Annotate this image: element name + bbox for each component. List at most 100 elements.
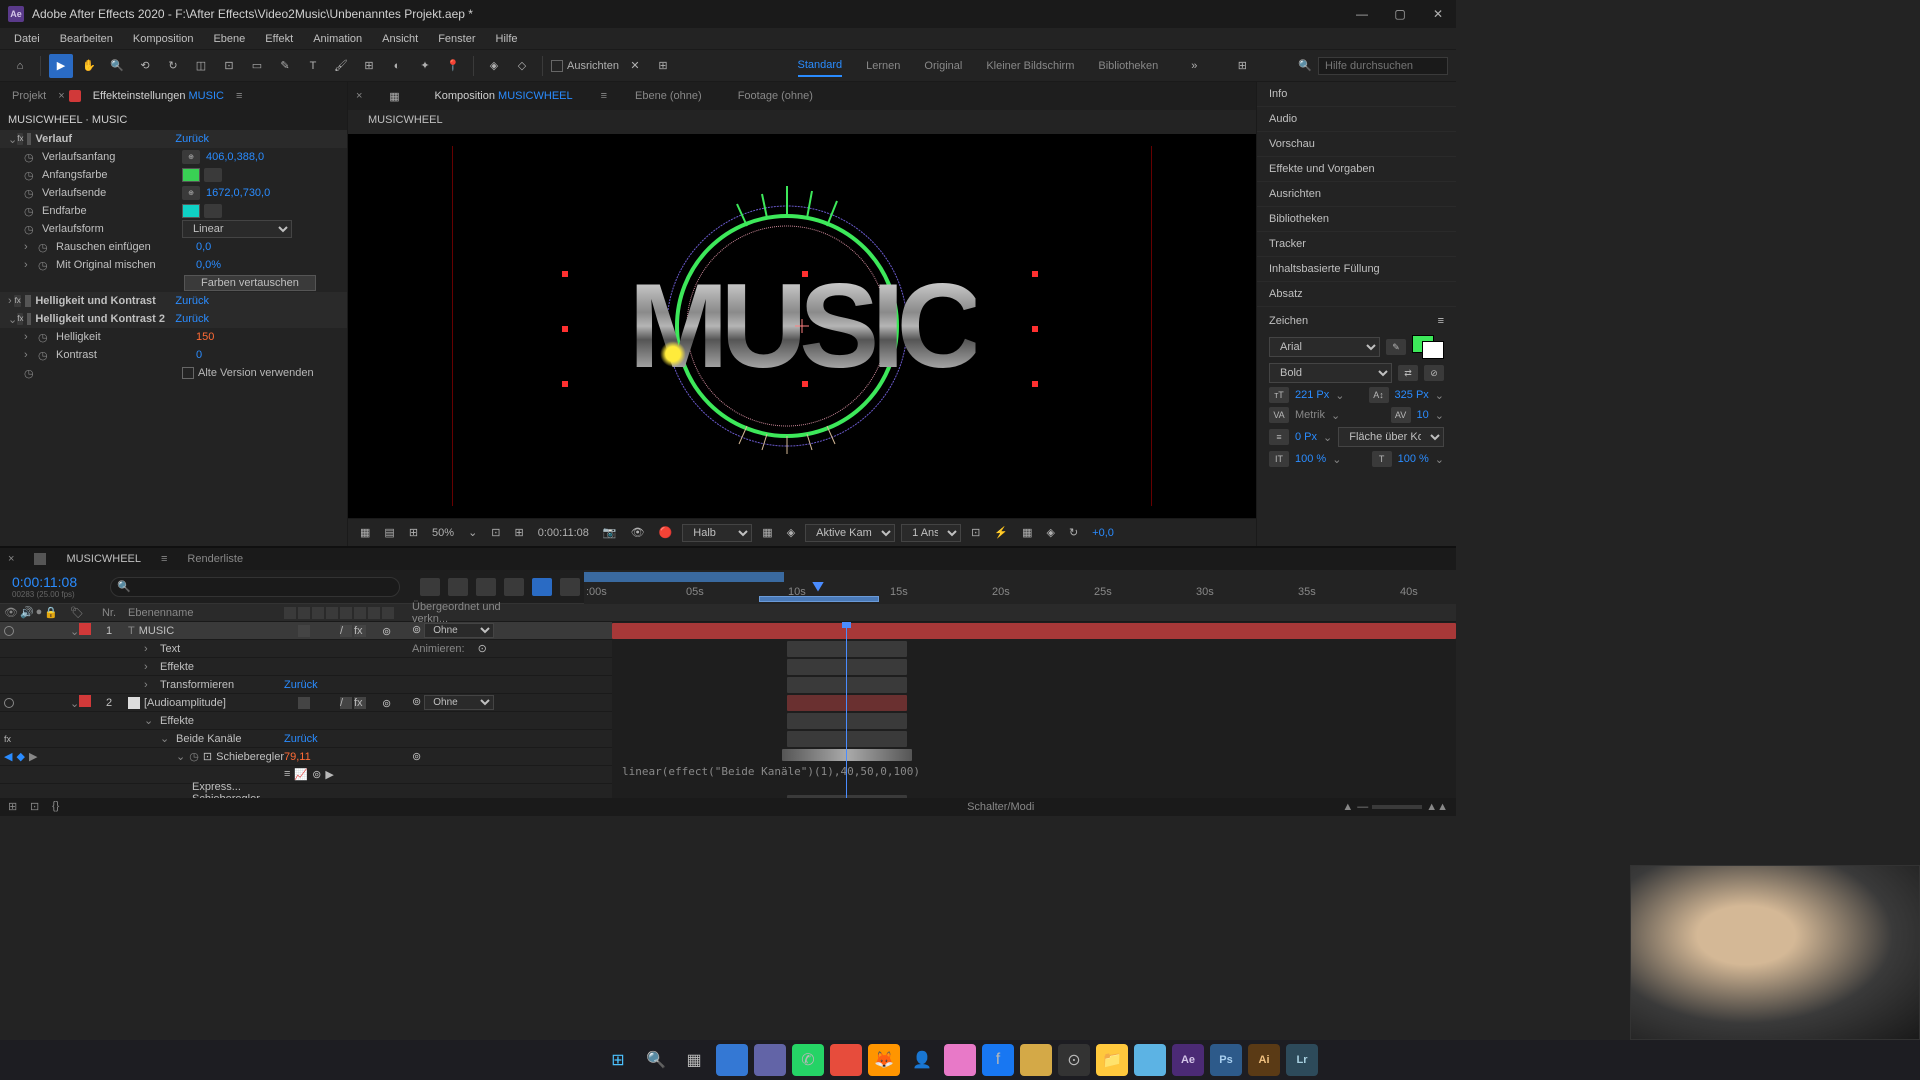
home-tool[interactable]: ⌂ [8,54,32,78]
color-swatch-end[interactable] [182,204,200,218]
align-checkbox[interactable] [551,60,563,72]
checkbox-legacy[interactable] [182,367,194,379]
panel-vorschau[interactable]: Vorschau [1257,132,1456,157]
taskbar-taskview[interactable]: ▦ [678,1044,710,1076]
effect-toggle-icon[interactable] [27,133,31,145]
expand-toggle[interactable]: ⌄ [70,698,79,710]
vc-channel-icon[interactable]: 🔴 [655,524,677,541]
tl-tool-shy[interactable] [448,578,468,596]
value-kontrast[interactable]: 0 [196,349,202,361]
eyedropper-icon[interactable] [204,168,222,182]
selection-handle[interactable] [562,326,568,332]
comp-flowchart-icon[interactable]: ▦ [382,84,406,108]
taskbar-aftereffects[interactable]: Ae [1172,1044,1204,1076]
animate-menu-icon[interactable]: ⊙ [478,643,487,655]
taskbar-app-7[interactable] [1134,1044,1166,1076]
taskbar-photoshop[interactable]: Ps [1210,1044,1242,1076]
stroke-width-value[interactable]: 0 Px [1295,431,1317,443]
taskbar-app-4[interactable]: 👤 [906,1044,938,1076]
vc-exposure[interactable]: +0,0 [1088,525,1118,541]
menu-effekt[interactable]: Effekt [255,31,303,47]
vc-fast-preview-icon[interactable]: ⚡ [990,524,1012,541]
vc-transparency-icon[interactable]: ▦ [758,524,776,541]
menu-ebene[interactable]: Ebene [203,31,255,47]
brush-tool[interactable]: 🖌 [329,54,353,78]
menu-bearbeiten[interactable]: Bearbeiten [50,31,123,47]
tl-tab-render[interactable]: Renderliste [187,553,243,565]
clone-tool[interactable]: ⊞ [357,54,381,78]
close-button[interactable]: ✕ [1428,4,1448,24]
hand-tool[interactable]: ✋ [77,54,101,78]
taskbar-start[interactable]: ⊞ [602,1044,634,1076]
font-size-value[interactable]: 221 Px [1295,389,1329,401]
stopwatch-icon[interactable]: ◷ [38,241,52,254]
maximize-button[interactable]: ▢ [1390,4,1410,24]
tl-tool-graph[interactable] [532,578,552,596]
taskbar-search[interactable]: 🔍 [640,1044,672,1076]
workspace-more[interactable]: » [1182,54,1206,78]
taskbar-explorer[interactable]: 📁 [1096,1044,1128,1076]
toggle-switches-label[interactable]: Schalter/Modi [967,801,1034,813]
anchor-point[interactable] [795,319,809,333]
stopwatch-icon[interactable]: ◷ [38,331,52,344]
vc-mask-icon[interactable]: ▤ [380,524,398,541]
selection-tool[interactable]: ▶ [49,54,73,78]
fill-icon[interactable]: ◈ [482,54,506,78]
tab-footage[interactable]: Footage (ohne) [730,86,821,106]
menu-datei[interactable]: Datei [4,31,50,47]
vc-alpha-icon[interactable]: ▦ [356,524,374,541]
tl-search-input[interactable] [110,577,400,597]
value-verlaufsanfang[interactable]: 406,0,388,0 [206,151,264,163]
menu-hilfe[interactable]: Hilfe [486,31,528,47]
panel-absatz[interactable]: Absatz [1257,282,1456,307]
stopwatch-icon[interactable]: ◷ [38,259,52,272]
menu-komposition[interactable]: Komposition [123,31,204,47]
playhead-line[interactable] [846,622,847,798]
swap-colors-button[interactable]: Farben vertauschen [184,275,316,291]
menu-animation[interactable]: Animation [303,31,372,47]
vc-zoom[interactable]: 50% [428,525,458,541]
expression-text[interactable]: linear(effect("Beide Kanäle")(1),40,50,0… [622,765,920,778]
panel-effects-presets[interactable]: Effekte und Vorgaben [1257,157,1456,182]
eyedropper-icon[interactable]: ✎ [1386,339,1406,355]
value-rauschen[interactable]: 0,0 [196,241,211,253]
expand-toggle[interactable]: ⌄ [70,626,79,638]
font-family-dropdown[interactable]: Arial [1269,337,1380,357]
panel-tracker[interactable]: Tracker [1257,232,1456,257]
tab-effect-menu[interactable]: ≡ [236,90,242,102]
menu-ansicht[interactable]: Ansicht [372,31,428,47]
text-tool[interactable]: T [301,54,325,78]
col-name[interactable]: Ebenenname [124,607,284,619]
vertical-scale-value[interactable]: 100 % [1295,453,1326,465]
vc-timecode[interactable]: 0:00:11:08 [534,525,593,541]
panel-audio[interactable]: Audio [1257,107,1456,132]
color-swatch-start[interactable] [182,168,200,182]
tl-tab-main[interactable]: MUSICWHEEL [66,553,141,565]
puppet-tool[interactable]: 📍 [441,54,465,78]
tab-layer[interactable]: Ebene (ohne) [627,86,710,106]
tl-timecode[interactable]: 0:00:11:08 [0,574,80,590]
eraser-tool[interactable]: ◐ [385,54,409,78]
pan-behind-tool[interactable]: ⊡ [217,54,241,78]
taskbar-lightroom[interactable]: Lr [1286,1044,1318,1076]
selection-handle[interactable] [562,381,568,387]
prop-effects[interactable]: ›Effekte [0,658,612,676]
dropdown-verlaufsform[interactable]: Linear [182,220,292,238]
eyedropper-icon[interactable] [204,204,222,218]
workspace-kleiner[interactable]: Kleiner Bildschirm [986,56,1074,76]
vc-flowchart-icon[interactable]: ◈ [1042,524,1058,541]
tracking-value[interactable]: 10 [1417,409,1429,421]
value-mischen[interactable]: 0,0% [196,259,221,271]
rect-tool[interactable]: ▭ [245,54,269,78]
expr-pickwhip-icon[interactable]: ⊚ [312,768,321,781]
tl-tool-comp[interactable] [420,578,440,596]
vc-3d-icon[interactable]: ◈ [783,524,799,541]
parent-pickwhip-icon[interactable]: ⊚ [382,697,394,709]
no-fill-icon[interactable]: ⊘ [1424,365,1444,381]
vc-show-snapshot-icon[interactable]: 👁 [627,524,649,541]
taskbar-whatsapp[interactable]: ✆ [792,1044,824,1076]
vc-zoom-dropdown[interactable]: ⌄ [464,524,481,541]
vc-reset-exposure-icon[interactable]: ↻ [1065,524,1082,541]
selection-handle[interactable] [1032,271,1038,277]
comp-breadcrumb[interactable]: MUSICWHEEL [348,110,1256,134]
